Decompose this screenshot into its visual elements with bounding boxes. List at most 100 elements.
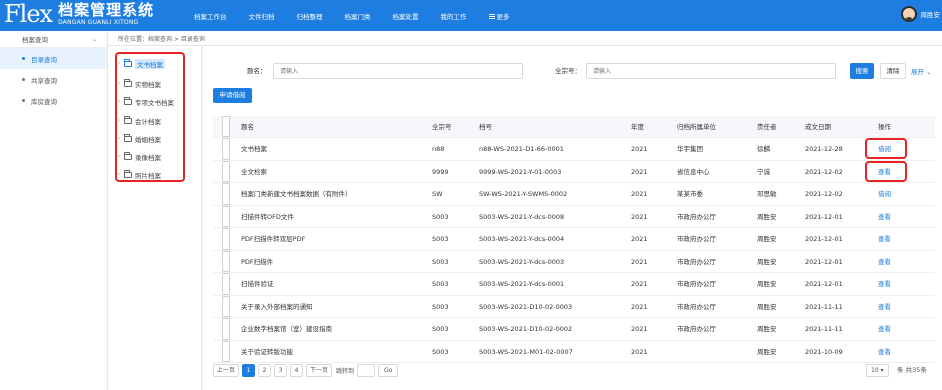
table-row: 关于录入外部档案的通知 S003 S003-WS-2021-D10-02-0003 2… [213,295,935,318]
nav-my-work[interactable]: 我的工作 [441,11,467,21]
page-size-unit: 条 [897,366,904,374]
cell-person: 周胜安 [757,257,777,266]
fonds-field-label: 全宗号： [555,67,581,75]
jump-page-input[interactable] [357,364,376,377]
row-action-link[interactable]: 查看 [878,228,891,250]
total-count: 条 共35条 [897,364,927,377]
clear-button[interactable]: 清除 [880,63,906,79]
row-checkbox[interactable] [222,318,230,340]
page-button[interactable]: 1 [242,364,256,377]
nav-archive-disposal[interactable]: 档案处置 [393,11,419,21]
cell-title: 扫描件转OFD文件 [241,212,294,221]
cell-fonds: SW [432,190,443,198]
row-checkbox[interactable] [222,160,230,182]
page-button[interactable]: 4 [290,364,304,377]
row-action-link[interactable]: 查看 [878,341,891,363]
sidebar-section-label: 档案查询 [22,36,48,44]
sidebar-section-header[interactable]: 档案查询 ⌄ [0,31,107,48]
cell-title: PDF扫描件转双层PDF [241,235,306,243]
row-checkbox[interactable] [222,250,230,272]
table-row: PDF扫描件转双层PDF S003 S003-WS-2021-Y-dcs-0004 2… [213,228,935,251]
row-action-link[interactable]: 查看 [878,251,891,273]
page-size-select[interactable]: 10 ▾ [866,364,889,377]
row-checkbox[interactable] [222,138,230,160]
expand-filters-link[interactable]: 展开 ⌄ [911,66,932,76]
col-header-unit: 归档所属单位 [677,123,716,131]
avatar [900,6,917,22]
sidebar-item-label: 库房查询 [31,97,57,106]
cell-fonds: S003 [432,347,449,356]
title-input[interactable] [273,63,523,79]
cell-unit: 省信息中心 [677,167,710,176]
row-checkbox[interactable] [222,273,230,295]
fonds-input[interactable] [586,63,836,79]
col-header-year: 年度 [631,123,644,131]
nav-file-archive[interactable]: 文件归档 [249,11,275,21]
cell-code: S003-WS-2021-D10-02-0003 [479,302,573,311]
nav-more[interactable]: 更多 [488,11,510,21]
cell-person: 周胜安 [757,302,777,311]
sidebar-item-shared-query[interactable]: 共享查询 [0,69,107,90]
cell-date: 2021-12-01 [805,257,843,266]
cell-year: 2021 [631,190,648,198]
cell-code: S003-WS-2021-M01-02-0007 [479,347,573,356]
cell-year: 2021 [631,257,648,266]
sidebar-item-storage-query[interactable]: 库房查询 [0,90,107,111]
nav-more-label: 更多 [496,12,510,21]
user-menu[interactable]: 周胜安 [900,6,940,22]
nav-dashboard[interactable]: 档案工作台 [194,11,227,21]
table-row: 企业数字档案馆（室）建设指南 S003 S003-WS-2021-D10-02-00… [213,318,935,341]
page-button[interactable]: 3 [274,364,288,377]
row-action-link[interactable]: 查看 [878,296,891,318]
go-button[interactable]: Go [378,364,399,377]
table-row: 全文检索 9999 9999-WS-2021-Y-01-0003 2021 省信息中心 宁… [213,160,935,183]
cell-unit: 市政府办公厅 [677,212,716,221]
row-action-link[interactable]: 查看 [878,206,891,228]
row-action-link[interactable]: 查看 [878,273,891,295]
row-checkbox[interactable] [222,183,230,205]
row-action-link[interactable]: 借阅 [878,183,891,205]
cell-date: 2021-12-28 [805,145,843,153]
logo-text: 档案管理系统 DANGAN GUANLI XITONG [58,1,154,27]
row-checkbox[interactable] [222,205,230,227]
bullet-icon [22,57,25,60]
cell-year: 2021 [631,280,648,288]
row-checkbox[interactable] [222,340,230,362]
cell-code: n88-WS-2021-D1-66-0001 [479,145,564,153]
cell-year: 2021 [631,235,648,243]
next-page-button[interactable]: 下一页 [306,364,333,377]
cell-date: 2021-12-01 [805,280,843,288]
cell-date: 2021-12-02 [805,167,843,176]
sidebar-item-label: 目录查询 [31,55,57,64]
sidebar-item-catalog-query[interactable]: 目录查询 [0,48,107,69]
cell-year: 2021 [631,145,648,153]
select-all-checkbox[interactable] [222,116,230,137]
app-logo[interactable]: Flex 档案管理系统 DANGAN GUANLI XITONG [4,1,154,30]
cell-date: 2021-12-02 [805,190,843,198]
cell-code: S003-WS-2021-Y-dcs-0001 [479,280,565,288]
app-subtitle: DANGAN GUANLI XITONG [58,19,139,26]
cell-person: 宁诚 [757,167,770,176]
cell-code: S003-WS-2021-Y-dcs-0004 [479,235,565,243]
cell-person: 周胜安 [757,325,777,333]
top-nav: 档案工作台 文件归档 归档整理 档案门类 档案处置 我的工作 更多 [194,0,532,31]
sidebar-item-label: 共享查询 [31,76,57,85]
apply-borrow-button[interactable]: 申请借阅 [213,88,252,103]
search-button[interactable]: 搜索 [850,63,874,79]
nav-archive-category[interactable]: 档案门类 [345,11,371,21]
prev-page-button[interactable]: 上一页 [213,364,240,377]
cell-unit: 某某市委 [677,190,703,198]
breadcrumb-text: 所在位置：档案查询 > 目录查询 [118,35,205,43]
bullet-icon [22,99,25,102]
cell-date: 2021-10-09 [805,347,843,356]
page-button[interactable]: 2 [258,364,272,377]
cell-year: 2021 [631,347,648,356]
app-title: 档案管理系统 [58,1,155,19]
row-checkbox[interactable] [222,295,230,317]
row-checkbox[interactable] [222,228,230,250]
row-action-link[interactable]: 查看 [878,318,891,340]
top-header: Flex 档案管理系统 DANGAN GUANLI XITONG 档案工作台 文… [0,0,942,31]
cell-unit: 市政府办公厅 [677,235,716,243]
cell-person: 周胜安 [757,235,777,243]
nav-archive-organize[interactable]: 归档整理 [297,11,323,21]
